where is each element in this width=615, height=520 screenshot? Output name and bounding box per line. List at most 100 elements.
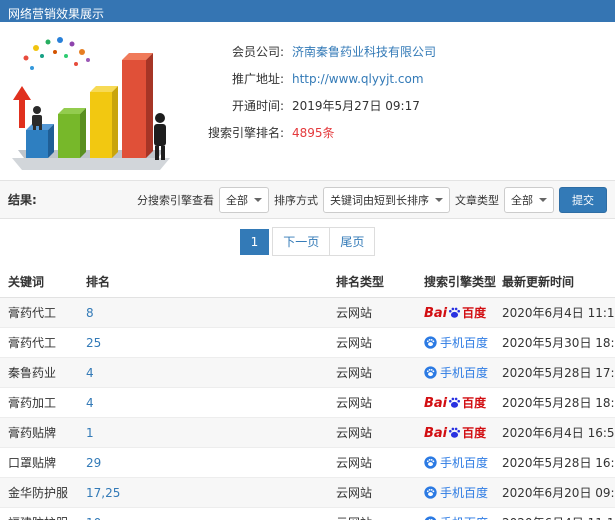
keyword-cell: 膏药代工 [0, 297, 78, 328]
keyword-cell: 福建防护服 [0, 507, 78, 520]
sort-select[interactable]: 关键词由短到长排序 [323, 186, 450, 213]
updated-cell: 2020年6月20日 09:25 [494, 477, 615, 508]
col-header-updated: 最新更新时间 [494, 266, 615, 298]
baidu-mobile-logo: 手机百度 [424, 486, 488, 500]
info-label: 搜索引擎排名: [207, 126, 284, 140]
engine-cell: 手机百度 [416, 327, 494, 358]
keyword-cell: 膏药代工 [0, 327, 78, 358]
engine-cell: 手机百度 [416, 447, 494, 478]
info-label: 推广地址: [231, 72, 284, 86]
col-header-engine-type: 搜索引擎类型 [416, 266, 496, 298]
keyword-cell: 口罩贴牌 [0, 447, 78, 478]
bar-chart-growth-image [12, 37, 170, 170]
info-value[interactable]: 济南秦鲁药业科技有限公司 [292, 43, 436, 60]
next-page-button[interactable]: 下一页 [272, 227, 331, 256]
rank-type-cell: 云网站 [328, 327, 416, 358]
rank-link[interactable]: 4 [86, 366, 94, 380]
updated-cell: 2020年5月28日 16:55 [494, 447, 615, 478]
rank-cell: 4 [78, 387, 328, 418]
engine-cell: 手机百度 [416, 357, 494, 388]
engine-filter-label: 分搜索引擎查看 [137, 193, 214, 207]
table-row: 秦鲁药业 4 云网站手机百度 2020年5月28日 17:02 [0, 357, 615, 388]
info-row: 推广地址: http://www.qlyyjt.com [192, 65, 436, 92]
baidu-paw-icon [447, 396, 462, 410]
page-number-current[interactable]: 1 [239, 228, 270, 255]
info-row: 会员公司: 济南秦鲁药业科技有限公司 [192, 38, 436, 65]
rank-link[interactable]: 17,25 [86, 486, 120, 500]
rank-type-cell: 云网站 [328, 297, 416, 328]
updated-cell: 2020年5月28日 18:03 [494, 387, 615, 418]
updated-cell: 2020年6月4日 16:55 [494, 417, 615, 448]
rank-link[interactable]: 8 [86, 306, 94, 320]
rank-type-cell: 云网站 [328, 447, 416, 478]
info-list: 会员公司: 济南秦鲁药业科技有限公司 推广地址: http://www.qlyyjt.… [192, 30, 436, 172]
baidu-mobile-logo: 手机百度 [424, 516, 488, 520]
updated-cell: 2020年6月4日 11:10 [494, 507, 615, 520]
keyword-cell: 膏药贴牌 [0, 417, 78, 448]
keyword-cell: 秦鲁药业 [0, 357, 78, 388]
info-value: 4895条 [292, 126, 335, 140]
results-table: 关键词 排名 排名类型 搜索引擎类型 最新更新时间 膏药代工 8 云网站 Bai 百度 2… [0, 266, 615, 520]
baidu-paw-icon [447, 426, 462, 440]
engine-cell: 手机百度 [416, 477, 494, 508]
table-row: 金华防护服 17,25 云网站手机百度 2020年6月20日 09:25 [0, 477, 615, 508]
info-label: 会员公司: [231, 45, 284, 59]
updated-cell: 2020年6月4日 11:15 [494, 297, 615, 328]
filter-bar: 结果: 分搜索引擎查看 全部 排序方式 关键词由短到长排序 文章类型 全部 提交 [0, 180, 615, 219]
submit-button[interactable]: 提交 [559, 186, 607, 213]
table-row: 福建防护服 10 云网站手机百度 2020年6月4日 11:10 [0, 507, 615, 520]
rank-cell: 10 [78, 507, 328, 520]
keyword-cell: 金华防护服 [0, 477, 78, 508]
info-row: 开通时间: 2019年5月27日 09:17 [192, 92, 436, 119]
rank-cell: 4 [78, 357, 328, 388]
info-row: 搜索引擎排名: 4895条 [192, 119, 436, 146]
col-header-rank: 排名 [78, 266, 328, 298]
rank-type-cell: 云网站 [328, 477, 416, 508]
mobile-baidu-icon [424, 456, 440, 470]
rank-cell: 1 [78, 417, 328, 448]
sort-filter-label: 排序方式 [274, 193, 318, 207]
engine-select[interactable]: 全部 [219, 186, 269, 213]
rank-type-cell: 云网站 [328, 507, 416, 520]
baidu-mobile-logo: 手机百度 [424, 456, 488, 470]
updated-cell: 2020年5月30日 18:06 [494, 327, 615, 358]
table-row: 膏药代工 8 云网站 Bai 百度 2020年6月4日 11:15 [0, 297, 615, 328]
engine-cell: Bai 百度 [416, 417, 494, 448]
keyword-cell: 膏药加工 [0, 387, 78, 418]
result-label: 结果: [8, 193, 37, 207]
window-title: 网络营销效果展示 [0, 0, 615, 22]
article-type-select[interactable]: 全部 [504, 186, 554, 213]
info-value: 2019年5月27日 09:17 [292, 99, 420, 113]
rank-link[interactable]: 29 [86, 456, 101, 470]
baidu-pc-logo: Bai 百度 [424, 306, 487, 321]
baidu-pc-logo: Bai 百度 [424, 426, 487, 441]
table-row: 膏药代工 25 云网站手机百度 2020年5月30日 18:06 [0, 327, 615, 358]
last-page-button[interactable]: 尾页 [329, 227, 376, 256]
engine-cell: 手机百度 [416, 507, 494, 520]
results-table-body: 膏药代工 8 云网站 Bai 百度 2020年6月4日 11:15 膏药代工 25 云网站 手机百… [0, 297, 615, 520]
mobile-baidu-icon [424, 486, 440, 500]
baidu-pc-logo: Bai 百度 [424, 396, 487, 411]
rank-link[interactable]: 10 [86, 516, 101, 520]
info-value[interactable]: http://www.qlyyjt.com [292, 72, 424, 86]
info-label: 开通时间: [231, 99, 284, 113]
mobile-baidu-icon [424, 336, 440, 350]
pagination: 1 下一页 尾页 [0, 219, 615, 266]
rank-link[interactable]: 25 [86, 336, 101, 350]
rank-cell: 17,25 [78, 477, 328, 508]
updated-cell: 2020年5月28日 17:02 [494, 357, 615, 388]
mobile-baidu-icon [424, 516, 440, 520]
chevron-down-icon [254, 197, 262, 202]
baidu-mobile-logo: 手机百度 [424, 336, 488, 350]
page: 网络营销效果展示 会员公司: 济南秦鲁药业科技有限公司 推广地址: http:/… [0, 0, 615, 520]
baidu-mobile-logo: 手机百度 [424, 366, 488, 380]
rank-link[interactable]: 4 [86, 396, 94, 410]
rank-cell: 8 [78, 297, 328, 328]
rank-type-cell: 云网站 [328, 387, 416, 418]
rank-type-cell: 云网站 [328, 357, 416, 388]
rank-link[interactable]: 1 [86, 426, 94, 440]
engine-cell: Bai 百度 [416, 387, 494, 418]
filter-controls: 分搜索引擎查看 全部 排序方式 关键词由短到长排序 文章类型 全部 提交 [137, 186, 607, 213]
rank-cell: 29 [78, 447, 328, 478]
article-type-select-value: 全部 [511, 193, 533, 207]
